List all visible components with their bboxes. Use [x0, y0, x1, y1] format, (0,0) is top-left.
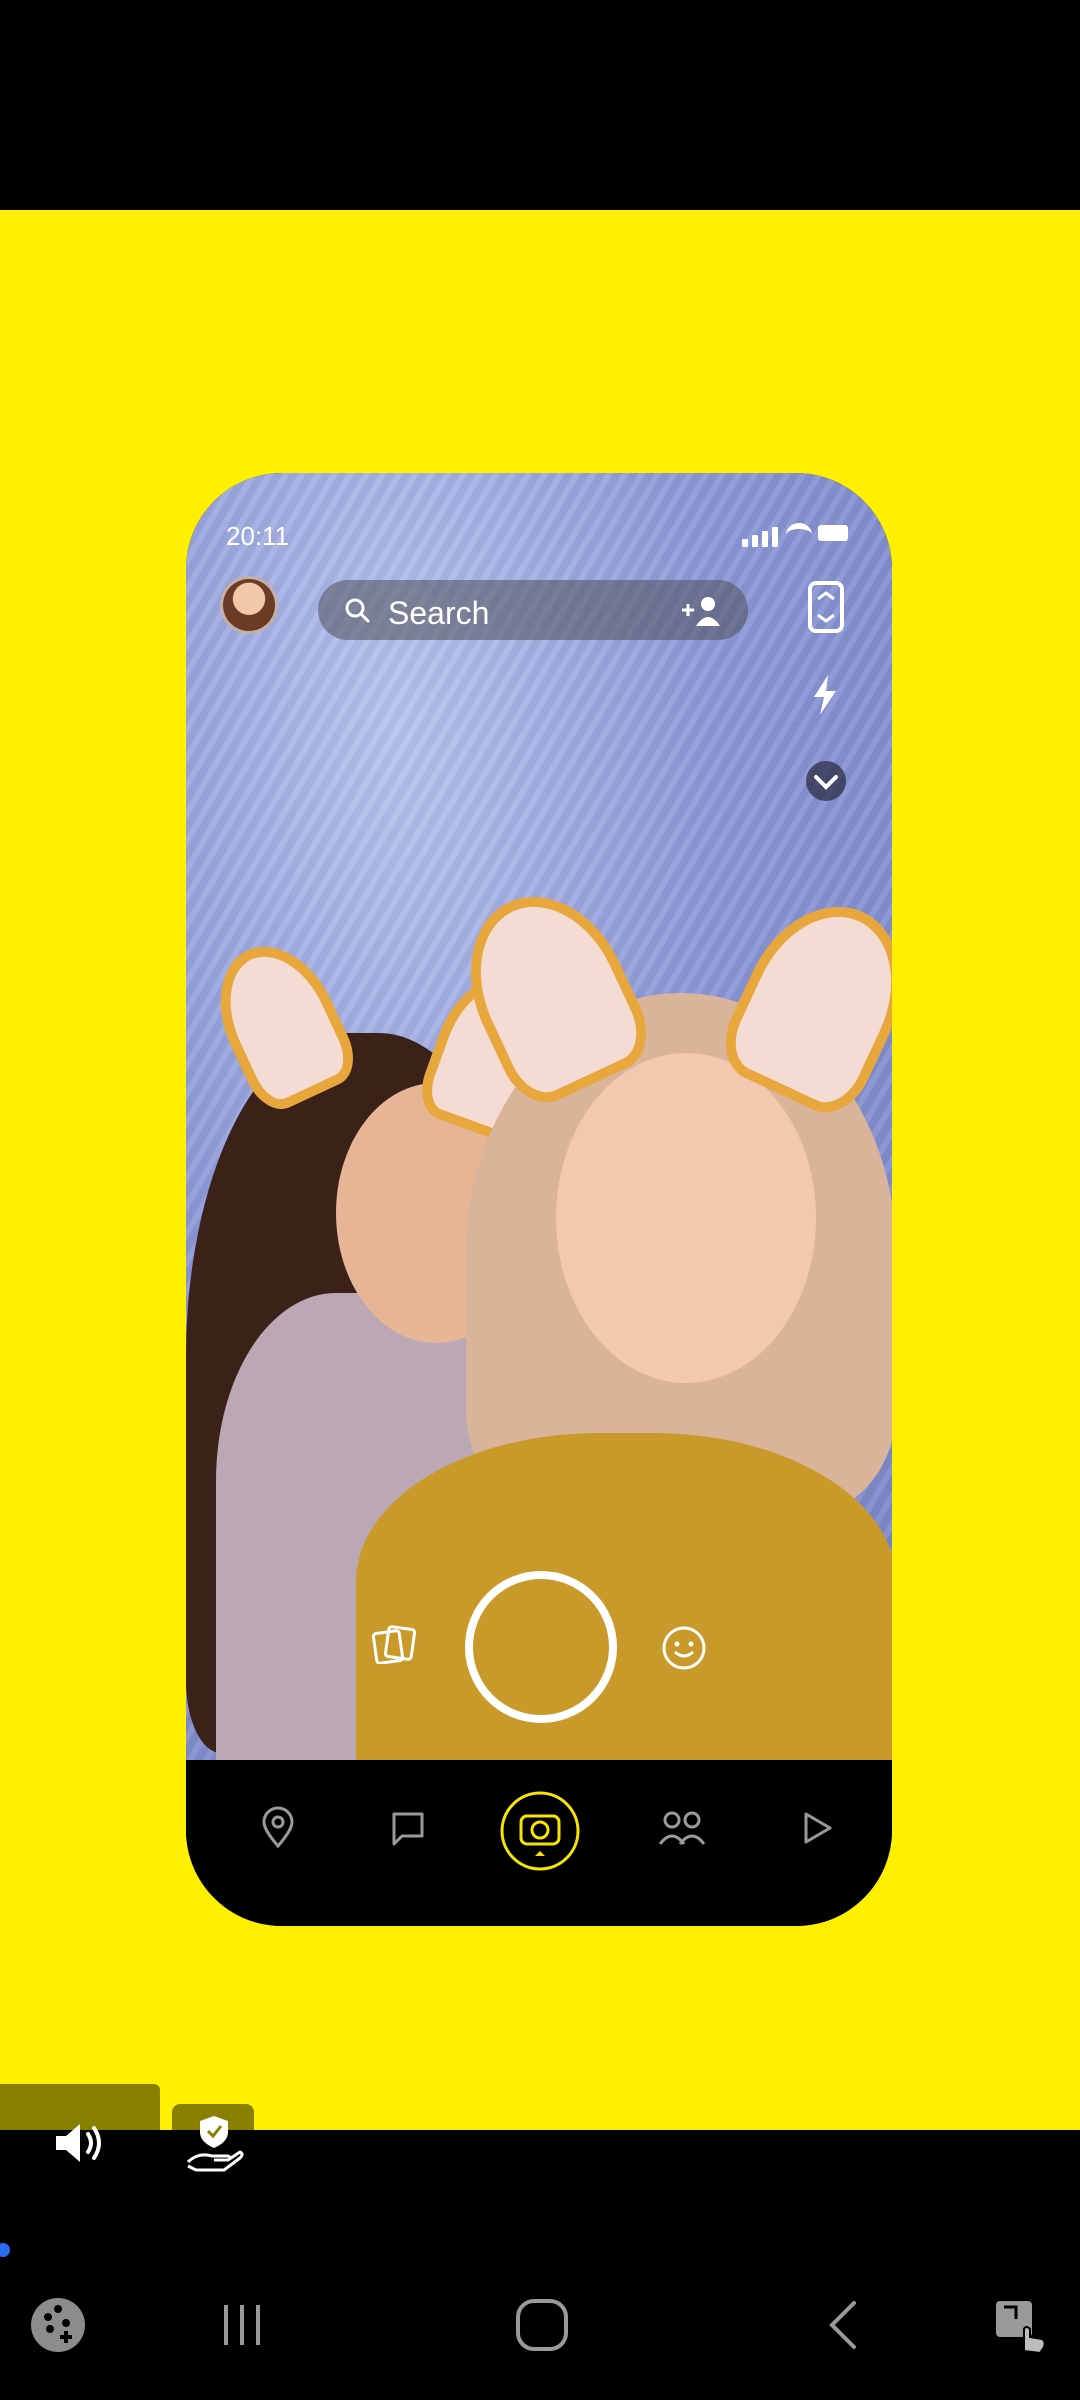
nav-chat[interactable] [378, 1798, 438, 1858]
nav-camera[interactable] [499, 1790, 581, 1872]
back-icon [829, 2301, 856, 2349]
game-launcher-icon [31, 2298, 85, 2352]
play-icon [804, 1812, 832, 1844]
shield-hand-icon[interactable] [184, 2112, 244, 2174]
phone-mockup: 20:11 Search [186, 473, 892, 1926]
nav-spotlight[interactable] [786, 1798, 846, 1858]
chevron-down-icon[interactable] [804, 759, 848, 803]
top-black-area [0, 0, 1080, 210]
back-button[interactable] [812, 2295, 876, 2355]
search-bar[interactable]: Search [318, 580, 748, 640]
flip-camera-icon[interactable] [806, 579, 846, 635]
flash-icon[interactable] [810, 673, 840, 717]
camera-preview: 20:11 Search [186, 473, 892, 1763]
screenshot-assist-button[interactable] [990, 2295, 1054, 2355]
nav-map[interactable] [248, 1798, 308, 1858]
game-launcher-button[interactable] [26, 2295, 90, 2355]
lens-icon[interactable] [660, 1624, 708, 1672]
capture-button[interactable] [465, 1571, 617, 1723]
wifi-icon [786, 523, 812, 547]
search-icon [345, 598, 370, 623]
person-right-sweater [356, 1433, 892, 1763]
add-friend-icon[interactable] [680, 594, 724, 628]
bottom-navigation [186, 1760, 892, 1926]
map-pin-icon [262, 1806, 294, 1849]
recents-button[interactable] [210, 2295, 274, 2355]
status-icons [732, 521, 852, 547]
system-navigation-bar [0, 2275, 1080, 2375]
bitmoji-avatar[interactable] [220, 576, 278, 634]
recents-icon [224, 2305, 260, 2345]
home-button[interactable] [510, 2295, 574, 2355]
screenshot-assist-icon [996, 2301, 1046, 2355]
chat-icon [392, 1812, 424, 1846]
search-label: Search [388, 595, 490, 631]
battery-icon [818, 525, 848, 541]
memories-icon[interactable] [371, 1624, 417, 1664]
volume-icon[interactable] [52, 2118, 110, 2168]
friends-icon [658, 1811, 706, 1845]
status-time: 20:11 [226, 521, 290, 551]
home-icon [516, 2299, 568, 2351]
camera-icon [500, 1791, 580, 1871]
nav-friends[interactable] [652, 1798, 712, 1858]
person-right-face [556, 1053, 816, 1383]
